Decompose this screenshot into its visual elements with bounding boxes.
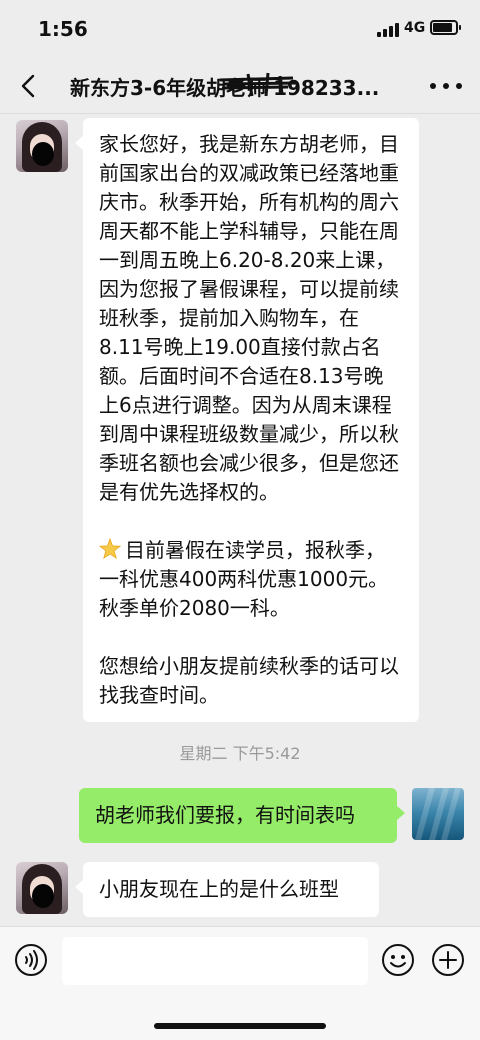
home-indicator (154, 1023, 326, 1029)
input-bar (0, 926, 480, 1040)
message-text: 您想给小朋友提前续秋季的话可以找我查时间。 (99, 654, 399, 707)
chat-area[interactable]: 家长您好，我是新东方胡老师，目前国家出台的双减政策已经落地重庆市。秋季开始，所有… (0, 114, 480, 926)
plus-icon[interactable] (431, 943, 465, 977)
message-text: 家长您好，我是新东方胡老师，目前国家出台的双减政策已经落地重庆市。秋季开始，所有… (99, 132, 399, 504)
battery-level (433, 23, 453, 32)
message-text: 目前暑假在读学员，报秋季，一科优惠400两科优惠1000元。秋季单价2080一科… (99, 538, 389, 620)
message-text: 胡老师我们要报，有时间表吗 (95, 803, 355, 827)
avatar[interactable] (16, 120, 68, 172)
message-timestamp: 星期二 下午5:42 (179, 744, 301, 763)
more-dots-icon[interactable] (430, 82, 464, 92)
network-label: 4G (404, 20, 426, 36)
message-text: 小朋友现在上的是什么班型 (99, 877, 339, 901)
redaction-scribble (219, 72, 297, 97)
status-bar: 1:56 4G (0, 0, 480, 58)
chevron-left-icon[interactable] (16, 73, 42, 99)
self-avatar[interactable] (412, 788, 464, 840)
message-input[interactable] (62, 937, 368, 985)
message-bubble[interactable]: 家长您好，我是新东方胡老师，目前国家出台的双减政策已经落地重庆市。秋季开始，所有… (75, 118, 419, 722)
message-bubble[interactable]: 小朋友现在上的是什么班型 (75, 862, 379, 917)
emoji-icon[interactable] (381, 943, 415, 977)
voice-icon[interactable] (14, 943, 48, 977)
signal-icon (377, 23, 399, 37)
status-time: 1:56 (38, 17, 88, 41)
message-bubble-self[interactable]: 胡老师我们要报，有时间表吗 (79, 788, 405, 843)
avatar[interactable] (16, 862, 68, 914)
glowing-star-icon (99, 538, 121, 560)
message-paragraph: 目前暑假在读学员，报秋季，一科优惠400两科优惠1000元。秋季单价2080一科… (99, 536, 403, 623)
battery-icon (430, 20, 461, 35)
